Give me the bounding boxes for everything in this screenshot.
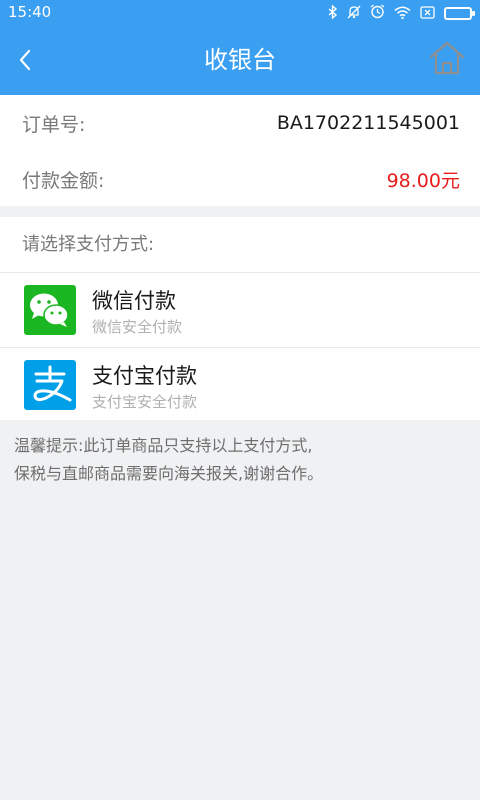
order-number-label: 订单号: [22, 113, 86, 136]
no-sim-icon [420, 5, 435, 23]
page-title: 收银台 [204, 46, 276, 74]
battery-icon [444, 7, 475, 20]
home-button[interactable] [428, 39, 466, 77]
alarm-icon [370, 4, 385, 23]
tip-line-2: 保税与直邮商品需要向海关报关,谢谢合作。 [14, 464, 324, 483]
alipay-title: 支付宝付款 [92, 364, 197, 388]
wechat-pay-option[interactable]: 微信付款 微信安全付款 [0, 273, 480, 347]
payment-method-header: 请选择支付方式: [22, 234, 155, 255]
alipay-option[interactable]: 支付宝付款 支付宝安全付款 [0, 348, 480, 422]
nav-bar: 收银台 [0, 25, 480, 95]
home-icon [429, 41, 465, 75]
back-button[interactable] [10, 40, 50, 80]
order-number-row: 订单号: BA1702211545001 [22, 95, 460, 151]
bluetooth-icon [328, 3, 338, 23]
mute-bell-icon [347, 5, 361, 23]
order-info-card: 订单号: BA1702211545001 付款金额: 98.00元 [0, 95, 480, 206]
payment-amount-label: 付款金额: [22, 169, 105, 192]
payment-tip: 温馨提示:此订单商品只支持以上支付方式, 保税与直邮商品需要向海关报关,谢谢合作… [14, 432, 470, 488]
tip-line-1: 温馨提示:此订单商品只支持以上支付方式, [14, 436, 313, 455]
order-number-value: BA1702211545001 [276, 112, 460, 134]
payment-amount-row: 付款金额: 98.00元 [22, 151, 460, 207]
payment-amount-value: 98.00元 [386, 169, 460, 192]
wifi-icon [394, 5, 411, 23]
status-icons [328, 3, 475, 23]
status-bar: 15:40 [0, 0, 480, 25]
status-time: 15:40 [8, 3, 52, 21]
wechat-pay-icon [24, 285, 76, 335]
wechat-pay-subtitle: 微信安全付款 [92, 318, 183, 336]
alipay-icon [24, 360, 76, 410]
alipay-subtitle: 支付宝安全付款 [92, 393, 198, 411]
payment-methods-card: 请选择支付方式: 微信付款 微信安全付款 支付宝付款 支付宝安全付款 [0, 217, 480, 420]
chevron-left-icon [19, 49, 31, 71]
wechat-pay-title: 微信付款 [92, 289, 176, 313]
